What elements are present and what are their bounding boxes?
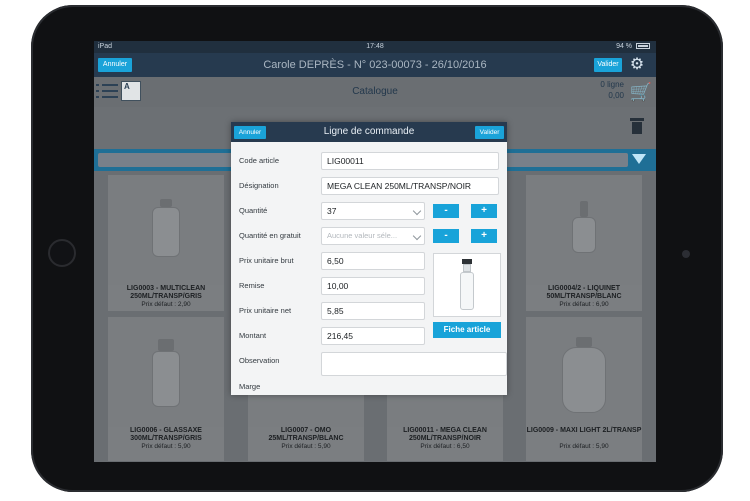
- margin-label: Marge: [239, 382, 261, 391]
- free-quantity-plus-button[interactable]: +: [471, 229, 497, 243]
- cart-total: 0,00: [608, 91, 624, 100]
- quantity-select[interactable]: 37: [321, 202, 425, 220]
- battery-icon: [636, 43, 650, 50]
- quantity-label: Quantité: [239, 206, 268, 215]
- observation-field[interactable]: [321, 352, 507, 376]
- app-screen: iPad 17:48 94 % Annuler Carole DEPRÈS - …: [94, 41, 656, 462]
- product-thumbnail: [433, 253, 501, 317]
- cart-summary: 0 ligne 0,00: [584, 79, 624, 101]
- trash-icon[interactable]: [630, 118, 644, 134]
- product-name: LIG0007 - OMO 25ML/TRANSP/BLANC: [268, 427, 344, 442]
- amount-field[interactable]: 216,45: [321, 327, 425, 345]
- product-image: [108, 175, 224, 285]
- discount-field[interactable]: 10,00: [321, 277, 425, 295]
- product-price: Prix défaut : 6,50: [420, 443, 470, 450]
- home-button[interactable]: [48, 239, 76, 267]
- product-price: Prix défaut : 6,90: [559, 301, 609, 308]
- product-card[interactable]: LIG0006 - GLASSAXE 300ML/TRANSP/GRIS Pri…: [108, 317, 224, 461]
- gross-price-field[interactable]: 6,50: [321, 252, 425, 270]
- product-name: LIG0003 - MULTICLEAN 250ML/TRANSP/GRIS: [126, 285, 206, 300]
- dialog-header: Annuler Ligne de commande Valider: [231, 122, 507, 142]
- bottle-neck: [463, 264, 471, 272]
- catalogue-toolbar: A Catalogue 0 ligne 0,00 🛒: [94, 77, 656, 107]
- header-validate-button[interactable]: Valider: [594, 58, 622, 72]
- product-price: Prix défaut : 2,90: [141, 301, 191, 308]
- net-price-field[interactable]: 5,85: [321, 302, 425, 320]
- free-quantity-select[interactable]: Aucune valeur séle...: [321, 227, 425, 245]
- amount-label: Montant: [239, 331, 267, 340]
- product-name: LIG0006 - GLASSAXE 300ML/TRANSP/GRIS: [130, 427, 202, 442]
- product-price: Prix défaut : 5,90: [281, 443, 331, 450]
- product-name: LIG0004/2 - LIQUINET 50ML/TRANSP/BLANC: [546, 285, 622, 300]
- cart-icon[interactable]: 🛒: [629, 81, 653, 103]
- status-bar: iPad 17:48 94 %: [94, 41, 656, 53]
- catalogue-title: Catalogue: [352, 86, 398, 97]
- product-image: [526, 175, 642, 285]
- product-price: Prix défaut : 5,90: [141, 443, 191, 450]
- product-card[interactable]: LIG0003 - MULTICLEAN 250ML/TRANSP/GRIS P…: [108, 175, 224, 311]
- product-sheet-button[interactable]: Fiche article: [433, 322, 501, 338]
- product-image: [108, 317, 224, 427]
- order-line-dialog: Annuler Ligne de commande Valider Code a…: [231, 122, 507, 395]
- product-name: LIG00011 - MEGA CLEAN 250ML/TRANSP/NOIR: [403, 427, 487, 442]
- battery-percent: 94 %: [616, 43, 633, 50]
- dialog-title: Ligne de commande: [323, 126, 415, 137]
- free-quantity-label: Quantité en gratuit: [239, 231, 301, 240]
- product-card[interactable]: LIG0009 - MAXI LIGHT 2L/TRANSP Prix défa…: [526, 317, 642, 461]
- designation-field[interactable]: MEGA CLEAN 250ML/TRANSP/NOIR: [321, 177, 499, 195]
- quantity-minus-button[interactable]: -: [433, 204, 459, 218]
- code-label: Code article: [239, 156, 280, 165]
- gear-icon[interactable]: ⚙: [628, 56, 646, 74]
- spray-bottle-image: [460, 272, 474, 310]
- discount-label: Remise: [239, 281, 265, 290]
- net-price-label: Prix unitaire net: [239, 306, 292, 315]
- product-image: [526, 317, 642, 427]
- chevron-down-icon: [412, 206, 422, 216]
- status-time: 17:48: [366, 43, 384, 50]
- free-quantity-placeholder: Aucune valeur séle...: [327, 231, 398, 240]
- dialog-validate-button[interactable]: Valider: [475, 126, 504, 139]
- free-quantity-minus-button[interactable]: -: [433, 229, 459, 243]
- gross-price-label: Prix unitaire brut: [239, 256, 294, 265]
- product-name: LIG0009 - MAXI LIGHT 2L/TRANSP: [526, 427, 642, 434]
- quantity-plus-button[interactable]: +: [471, 204, 497, 218]
- code-field[interactable]: LIG00011: [321, 152, 499, 170]
- cart-line-count: 0 ligne: [600, 80, 624, 89]
- designation-label: Désignation: [239, 181, 279, 190]
- order-title: Carole DEPRÈS - N° 023-00073 - 26/10/201…: [263, 59, 487, 71]
- product-price: Prix défaut : 5,90: [559, 443, 609, 450]
- filter-icon[interactable]: [632, 154, 646, 164]
- observation-label: Observation: [239, 356, 280, 365]
- camera-dot: [682, 250, 690, 258]
- chevron-down-icon: [412, 231, 422, 241]
- quantity-value: 37: [327, 206, 337, 216]
- battery-status: 94 %: [616, 41, 650, 53]
- app-header: Annuler Carole DEPRÈS - N° 023-00073 - 2…: [94, 53, 656, 77]
- product-card[interactable]: LIG0004/2 - LIQUINET 50ML/TRANSP/BLANC P…: [526, 175, 642, 311]
